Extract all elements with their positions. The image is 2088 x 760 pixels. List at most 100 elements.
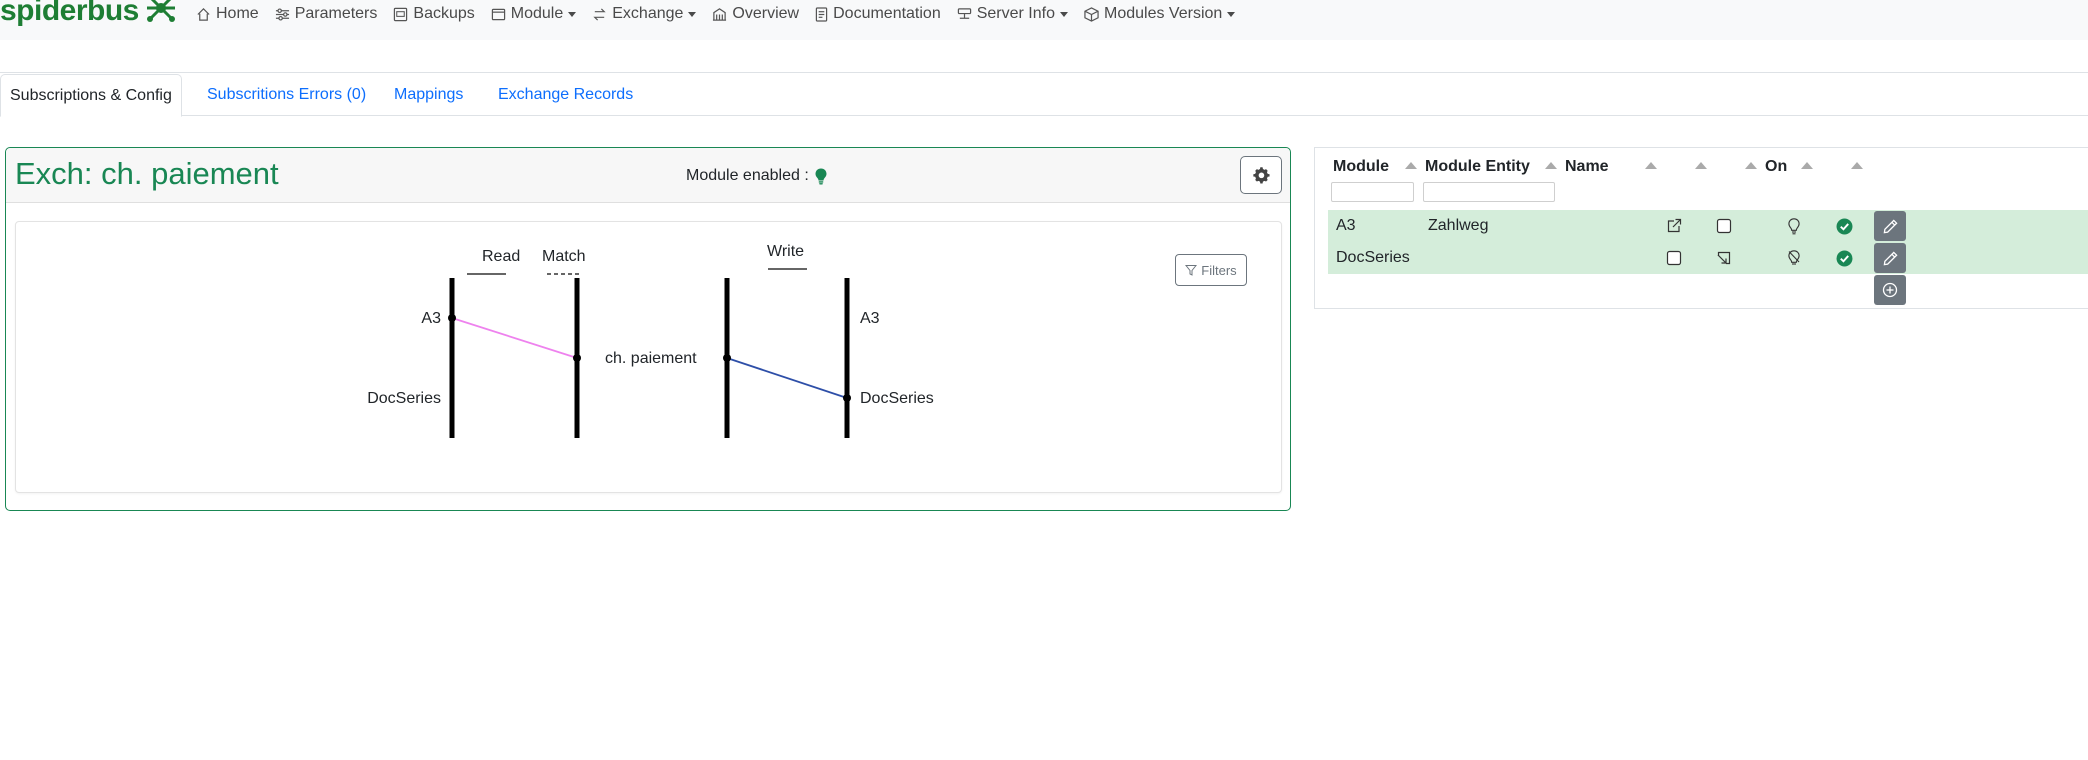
add-subscription-button[interactable] [1874, 275, 1906, 305]
nav-documentation-label: Documentation [833, 5, 941, 22]
module-enabled-status: Module enabled : [686, 167, 827, 185]
chevron-down-icon [1227, 11, 1236, 17]
tab-bar: Subscriptions & Config Subscritions Erro… [0, 74, 2088, 117]
checkbox-icon[interactable] [1665, 249, 1683, 267]
lightbulb-on-icon[interactable] [815, 168, 827, 185]
nav-overview[interactable]: Overview [712, 5, 799, 23]
nav-module[interactable]: Module [491, 5, 577, 23]
column-header-name[interactable]: Name [1565, 158, 1609, 176]
lightbulb-icon[interactable] [1785, 217, 1803, 235]
checkbox-icon[interactable] [1715, 217, 1733, 235]
nav-documentation[interactable]: Documentation [815, 5, 941, 23]
tab-mappings[interactable]: Mappings [378, 74, 479, 114]
nav-backups-label: Backups [413, 5, 475, 22]
sort-up-icon[interactable] [1745, 162, 1757, 169]
nav-exchange[interactable]: Exchange [592, 5, 697, 23]
read-link-line[interactable] [451, 317, 578, 359]
settings-button[interactable] [1240, 156, 1282, 194]
table-row[interactable]: DocSeries [1328, 242, 2088, 274]
sort-up-icon[interactable] [1645, 162, 1657, 169]
edit-row-button[interactable] [1874, 211, 1906, 241]
read-node-a3[interactable] [448, 314, 456, 322]
exchange-flow-diagram: Read Match Write A3 DocSeries ch. paieme… [367, 243, 934, 438]
nav-overview-label: Overview [732, 5, 800, 22]
exchange-title: Exch: ch. paiement [15, 156, 279, 191]
nav-server-info-label: Server Info [976, 5, 1055, 22]
tab-subscriptions-config[interactable]: Subscriptions & Config [0, 74, 182, 117]
nav-exchange-label: Exchange [612, 5, 684, 22]
nav-parameters[interactable]: Parameters [275, 5, 378, 23]
nav-home-label: Home [216, 5, 259, 22]
nav-modules-version-label: Modules Version [1104, 5, 1223, 22]
brand-text-first: spider [0, 0, 88, 27]
card-header: Exch: ch. paiement Module enabled : [6, 148, 1290, 203]
sort-up-icon[interactable] [1405, 162, 1417, 169]
nav-server-info[interactable]: Server Info [957, 5, 1068, 23]
chevron-down-icon [688, 11, 697, 17]
brand-text-second: bus [87, 0, 139, 27]
separator [0, 72, 2088, 73]
edit-row-button[interactable] [1874, 243, 1906, 273]
nav-backups[interactable]: Backups [393, 5, 475, 23]
read-module-docseries: DocSeries [367, 390, 441, 407]
write-link-line[interactable] [726, 357, 848, 399]
module-filter-input[interactable] [1331, 182, 1414, 202]
spider-logo-icon [145, 0, 177, 32]
chevron-down-icon [1060, 11, 1068, 17]
pencil-icon [1883, 218, 1898, 233]
sliders-icon [275, 7, 289, 21]
center-exchange-label: ch. paiement [605, 350, 697, 367]
pencil-icon [1883, 250, 1898, 265]
external-link-icon[interactable] [1665, 217, 1683, 235]
diagram-panel: Filters Read Match Write A3 DocSeries ch… [15, 221, 1282, 493]
sort-up-icon[interactable] [1695, 162, 1707, 169]
brand-logo[interactable]: spider bus [0, 0, 177, 28]
nav-module-label: Module [510, 5, 564, 22]
match-column-label: Match [542, 248, 586, 265]
write-module-docseries: DocSeries [860, 390, 934, 407]
row-module: A3 [1336, 217, 1356, 234]
sort-up-icon[interactable] [1545, 162, 1557, 169]
backups-icon [394, 7, 408, 21]
module-icon [491, 8, 505, 20]
box-icon [1084, 6, 1099, 22]
lightbulb-off-icon[interactable] [1785, 249, 1803, 267]
column-header-on[interactable]: On [1765, 158, 1787, 176]
check-circle-icon [1835, 217, 1853, 235]
exchange-card: Exch: ch. paiement Module enabled : Filt… [5, 147, 1291, 511]
chevron-down-icon [568, 11, 577, 17]
nav-modules-version[interactable]: Modules Version [1084, 5, 1236, 23]
overview-icon [713, 7, 727, 21]
read-column-label: Read [482, 248, 520, 265]
server-icon [957, 7, 971, 19]
plus-circle-icon [1882, 282, 1898, 298]
gear-icon [1253, 167, 1270, 184]
box-arrow-in-icon[interactable] [1715, 249, 1733, 267]
module-enabled-label: Module enabled : [686, 167, 809, 184]
row-module: DocSeries [1336, 249, 1410, 266]
sort-up-icon[interactable] [1851, 162, 1863, 169]
match-node[interactable] [573, 354, 581, 362]
sort-up-icon[interactable] [1801, 162, 1813, 169]
write-node-docseries[interactable] [843, 394, 851, 402]
nav-parameters-label: Parameters [294, 5, 378, 22]
write-column-label: Write [767, 243, 804, 260]
grid-header: Module Module Entity Name On [1315, 148, 2088, 208]
module-entity-filter-input[interactable] [1423, 182, 1555, 202]
row-entity: Zahlweg [1428, 217, 1489, 234]
read-module-a3: A3 [421, 310, 441, 327]
table-row[interactable]: A3 Zahlweg [1328, 210, 2088, 242]
column-header-module[interactable]: Module [1333, 158, 1389, 176]
exchange-icon [593, 7, 606, 21]
subscriptions-grid: Module Module Entity Name On A3 Zahlweg … [1314, 147, 2088, 309]
top-navbar: spider bus Home Parameters Backups Modul… [0, 0, 2088, 40]
nav-home[interactable]: Home [196, 5, 259, 23]
documentation-icon [815, 6, 828, 22]
tab-subscription-errors[interactable]: Subscritions Errors (0) [191, 74, 382, 114]
home-icon [197, 7, 210, 21]
nav-menu: Home Parameters Backups Module Exchange … [196, 0, 1251, 28]
write-module-a3: A3 [860, 310, 880, 327]
column-header-module-entity[interactable]: Module Entity [1425, 158, 1530, 176]
tab-exchange-records[interactable]: Exchange Records [482, 74, 649, 114]
write-in-node[interactable] [723, 354, 731, 362]
